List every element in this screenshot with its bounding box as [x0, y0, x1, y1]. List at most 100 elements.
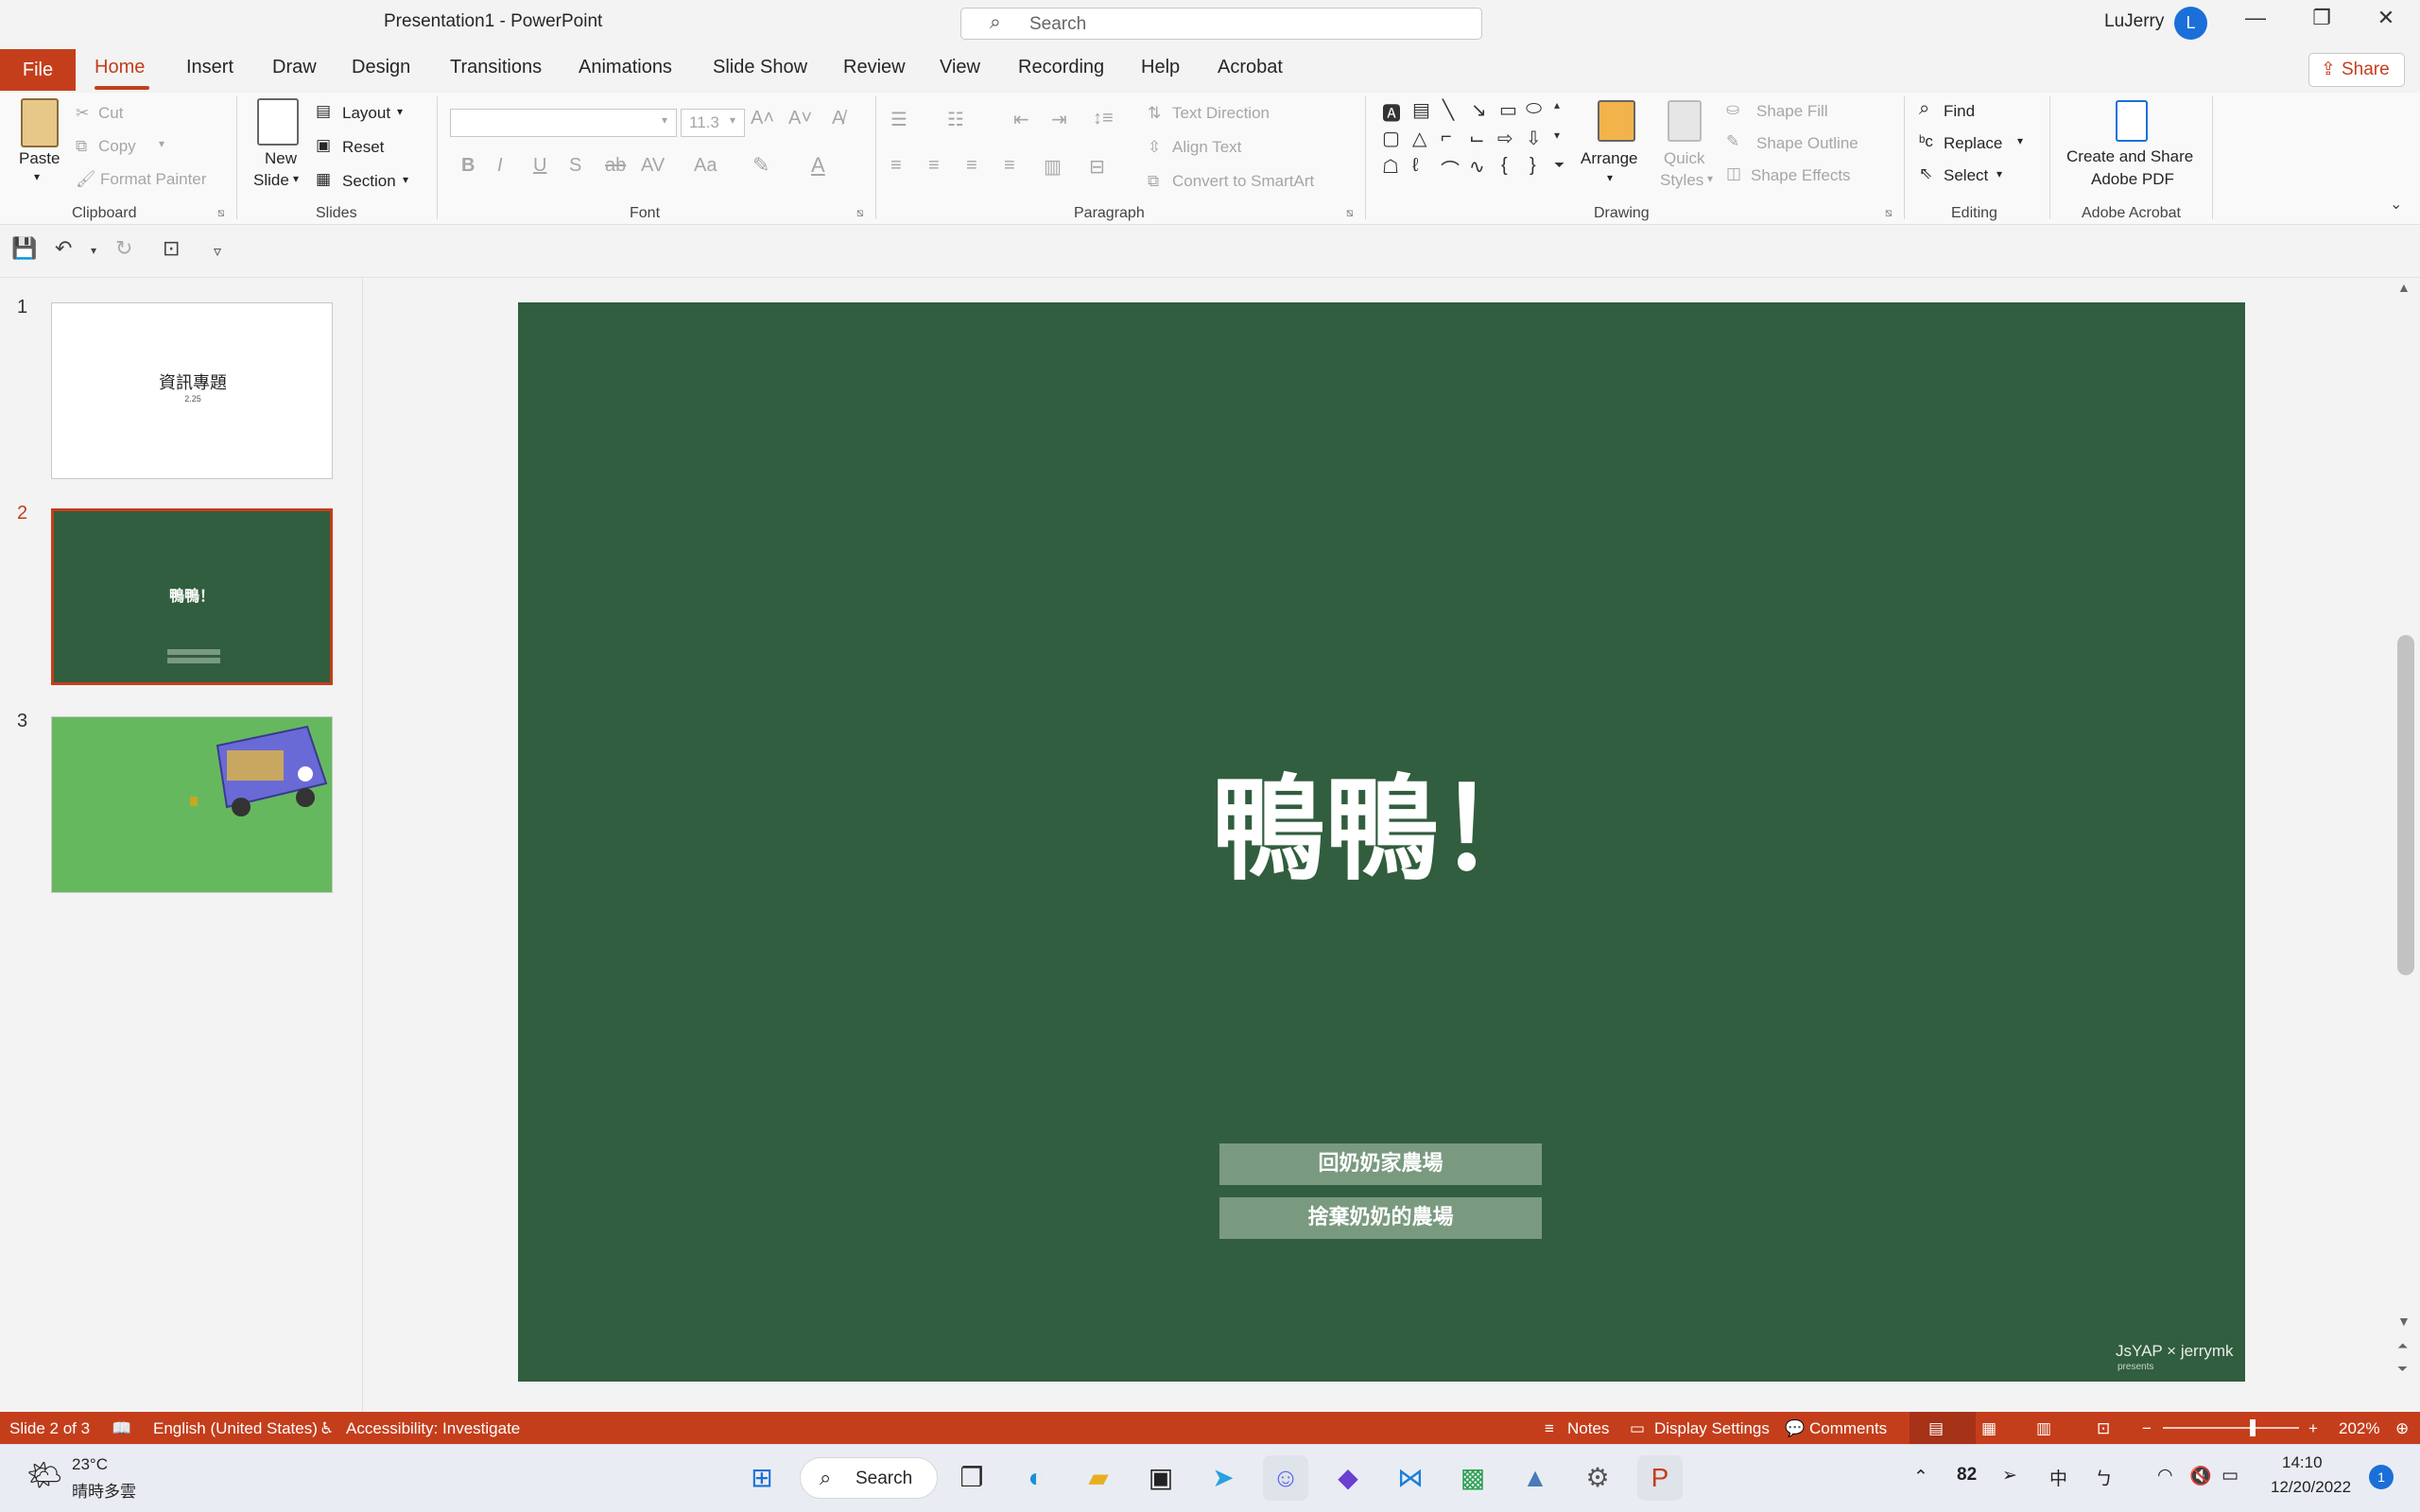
telegram-icon[interactable]: ➤	[1201, 1455, 1246, 1501]
speaker-muted-icon[interactable]: 🔇	[2189, 1465, 2212, 1487]
close-icon[interactable]: ✕	[2367, 6, 2405, 30]
input-language[interactable]: 中	[2049, 1465, 2067, 1490]
battery-icon[interactable]: ▭	[2221, 1465, 2238, 1486]
chevron-down-icon[interactable]: ▾	[662, 113, 667, 127]
create-pdf-label[interactable]: Adobe PDF	[2091, 170, 2174, 189]
weather-desc[interactable]: 晴時多雲	[72, 1478, 136, 1502]
edge-icon[interactable]: ◐	[1013, 1455, 1059, 1501]
chevron-down-icon[interactable]: ▾	[403, 173, 408, 186]
select-button[interactable]: Select	[1944, 166, 1988, 185]
adobe-pdf-icon[interactable]	[2116, 100, 2148, 142]
more-shapes-icon[interactable]: ⏷	[1554, 157, 1564, 173]
replace-button[interactable]: Replace	[1944, 134, 2002, 153]
chevron-down-icon[interactable]: ▾	[34, 170, 40, 183]
search-box[interactable]: ⌕ Search	[960, 8, 1482, 40]
find-button[interactable]: Find	[1944, 102, 1975, 121]
create-pdf-button[interactable]: Create and Share	[2066, 147, 2193, 166]
chevron-down-icon[interactable]: ▾	[397, 105, 403, 118]
cut-button[interactable]: Cut	[98, 104, 123, 123]
underline-icon[interactable]: U	[533, 155, 546, 177]
weather-temp[interactable]: 23°C	[72, 1455, 108, 1474]
slide-button-abandon-farm[interactable]: 捨棄奶奶的農場	[1219, 1197, 1542, 1239]
reading-view-icon[interactable]: ▥	[2036, 1419, 2051, 1438]
freeform-shape-icon[interactable]: ☖	[1382, 155, 1399, 179]
right-arrow-shape-icon[interactable]: ⇨	[1497, 127, 1513, 150]
current-slide[interactable]: 鴨鴨！ 回奶奶家農場 捨棄奶奶的農場 JsYAP × jerrymk prese…	[518, 302, 2245, 1382]
dialog-launcher-icon[interactable]: ⧅	[217, 206, 225, 220]
slide-title[interactable]: 鴨鴨！	[518, 737, 2245, 902]
new-slide-icon[interactable]	[257, 98, 299, 146]
align-center-icon[interactable]: ≡	[928, 155, 940, 177]
undo-icon[interactable]: ↶	[55, 236, 72, 261]
slideshow-icon[interactable]: ⊡	[2097, 1419, 2110, 1438]
oval-shape-icon[interactable]: ⬭	[1526, 98, 1542, 120]
align-left-icon[interactable]: ≡	[890, 155, 902, 177]
tab-design[interactable]: Design	[352, 57, 410, 78]
wifi-icon[interactable]: ◠	[2157, 1465, 2173, 1486]
chevron-down-icon[interactable]: ▾	[1607, 171, 1613, 184]
shape-outline-button[interactable]: Shape Outline	[1756, 134, 1858, 153]
tab-slide-show[interactable]: Slide Show	[713, 57, 807, 78]
spelling-icon[interactable]: 📖	[112, 1419, 131, 1438]
chevron-down-icon[interactable]: ▾	[1996, 167, 2002, 180]
clock-date[interactable]: 12/20/2022	[2271, 1478, 2351, 1497]
character-spacing-icon[interactable]: AV	[641, 155, 665, 177]
terminal-icon[interactable]: ▣	[1138, 1455, 1184, 1501]
scrollbar-thumb[interactable]	[2397, 635, 2414, 975]
quick-styles-label[interactable]: Styles	[1660, 171, 1703, 190]
rectangle-shape-icon[interactable]: ▭	[1499, 98, 1517, 122]
previous-slide-icon[interactable]: ⏶	[2397, 1338, 2408, 1354]
scroll-up-icon[interactable]: ▴	[1554, 98, 1560, 112]
tab-view[interactable]: View	[940, 57, 980, 78]
text-direction-button[interactable]: Text Direction	[1172, 104, 1270, 123]
dialog-launcher-icon[interactable]: ⧅	[1346, 206, 1354, 220]
tab-acrobat[interactable]: Acrobat	[1218, 57, 1283, 78]
columns-icon[interactable]: ▥	[1044, 155, 1062, 179]
slide-button-return-farm[interactable]: 回奶奶家農場	[1219, 1143, 1542, 1185]
display-settings-button[interactable]: Display Settings	[1654, 1419, 1770, 1438]
rounded-rectangle-shape-icon[interactable]: ▢	[1382, 127, 1400, 150]
slide-thumbnail-1[interactable]: 資訊專題 2.25	[51, 302, 333, 479]
tab-help[interactable]: Help	[1141, 57, 1180, 78]
collapse-ribbon-icon[interactable]: ⌄	[2390, 195, 2402, 214]
grow-font-icon[interactable]: A˄	[751, 108, 774, 129]
weather-icon[interactable]: 🌤	[26, 1459, 62, 1492]
windows-start-icon[interactable]: ⊞	[739, 1455, 785, 1501]
zoom-level[interactable]: 202%	[2339, 1419, 2379, 1438]
align-text-button[interactable]: Align Text	[1172, 138, 1241, 157]
obsidian-icon[interactable]: ◆	[1325, 1455, 1371, 1501]
copy-button[interactable]: Copy	[98, 137, 136, 156]
numbering-icon[interactable]: ☷	[947, 108, 964, 131]
next-slide-icon[interactable]: ⏷	[2397, 1361, 2408, 1377]
chevron-down-icon[interactable]: ▾	[91, 244, 96, 257]
layout-button[interactable]: Layout	[342, 104, 390, 123]
new-slide-button[interactable]: New	[265, 149, 297, 168]
shadow-icon[interactable]: S	[569, 155, 581, 177]
tab-animations[interactable]: Animations	[579, 57, 672, 78]
show-hidden-icons[interactable]: ⌃	[1913, 1467, 1928, 1488]
arrow-line-shape-icon[interactable]: ↘	[1471, 98, 1487, 122]
down-arrow-shape-icon[interactable]: ⇩	[1526, 127, 1542, 150]
location-icon[interactable]: ➢	[2002, 1465, 2017, 1486]
paste-icon[interactable]	[21, 98, 59, 147]
tab-recording[interactable]: Recording	[1018, 57, 1104, 78]
vscode-icon[interactable]: ⋈	[1388, 1455, 1433, 1501]
share-button[interactable]: ⇪ Share	[2308, 53, 2405, 87]
section-button[interactable]: Section	[342, 172, 396, 191]
justify-icon[interactable]: ≡	[1004, 155, 1015, 177]
smartart-button[interactable]: Convert to SmartArt	[1172, 172, 1314, 191]
taskbar-search[interactable]: ⌕ Search	[800, 1457, 938, 1499]
language-button[interactable]: English (United States)	[153, 1419, 318, 1438]
user-name[interactable]: LuJerry	[2104, 11, 2164, 32]
font-name-dropdown[interactable]	[450, 109, 677, 137]
chevron-down-icon[interactable]: ▾	[293, 172, 299, 185]
slide-thumbnail-3[interactable]	[51, 716, 333, 893]
clion-icon[interactable]: ▩	[1450, 1455, 1495, 1501]
save-icon[interactable]: 💾	[11, 236, 37, 261]
new-slide-label[interactable]: Slide	[253, 171, 289, 190]
triangle-shape-icon[interactable]: △	[1412, 127, 1426, 150]
notes-button[interactable]: Notes	[1567, 1419, 1609, 1438]
comments-button[interactable]: Comments	[1809, 1419, 1887, 1438]
quick-styles-icon[interactable]	[1668, 100, 1702, 142]
scribble-shape-icon[interactable]: ℓ	[1412, 155, 1418, 177]
